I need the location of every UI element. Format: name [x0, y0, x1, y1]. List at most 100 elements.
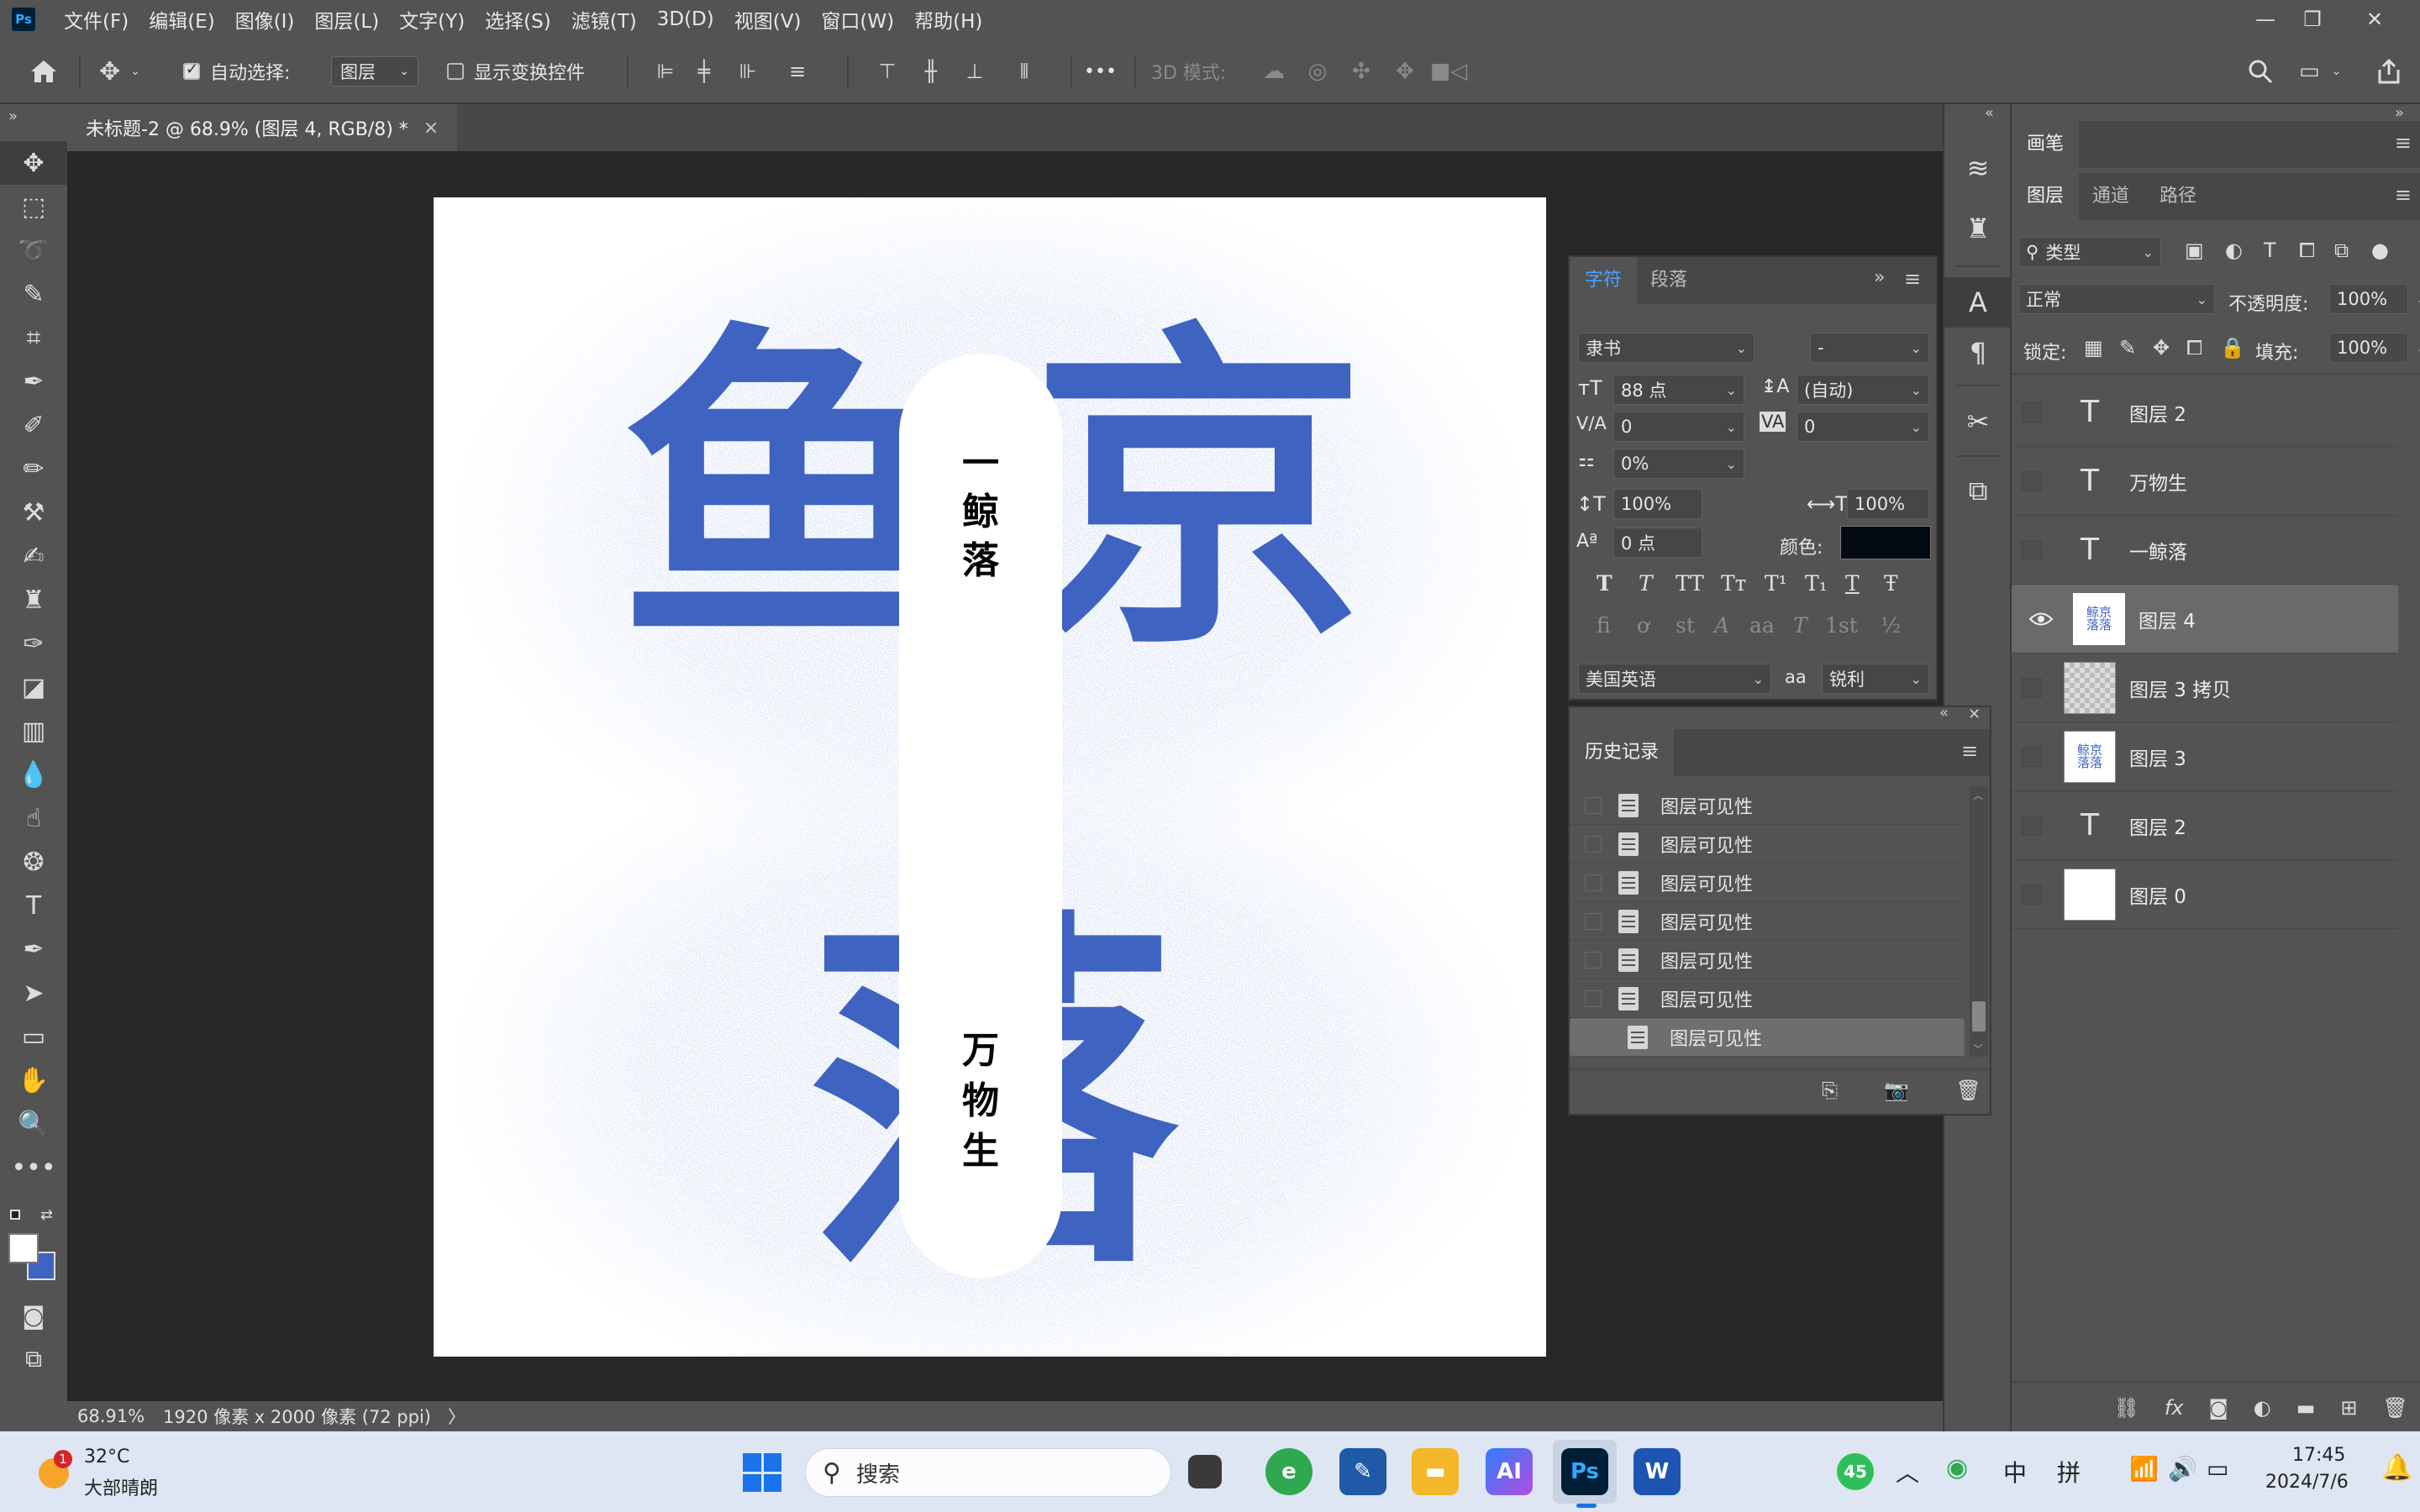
leading-field[interactable]: (自动) ⌄: [1797, 375, 1929, 405]
visibility-toggle[interactable]: [2022, 884, 2042, 905]
superscript-icon[interactable]: T¹: [1765, 571, 1787, 596]
history-item-current[interactable]: 图层可见性: [1570, 1018, 1965, 1057]
distribute-horizontal-icon[interactable]: ⦀: [997, 60, 1052, 83]
history-item[interactable]: 图层可见性: [1570, 902, 1965, 941]
opacity-field[interactable]: 100% ⌄: [2329, 284, 2420, 314]
auto-select-checkbox[interactable]: [183, 60, 200, 80]
align-bottom-icon[interactable]: ⊥: [953, 60, 997, 83]
tab-history[interactable]: 历史记录: [1570, 729, 1675, 776]
tab-brush[interactable]: 画笔: [2012, 121, 2080, 168]
layer-filter-select[interactable]: ⚲ 类型 ⌄: [2018, 237, 2161, 267]
blur-tool-icon[interactable]: 💧: [0, 753, 67, 796]
art-brush-tool-icon[interactable]: ✑: [0, 622, 67, 665]
menu-type[interactable]: 文字(Y): [389, 5, 475, 34]
file-explorer-icon[interactable]: ▬: [1412, 1448, 1459, 1495]
workspace-icon[interactable]: ▭ ⌄: [2299, 50, 2341, 92]
antialias-select[interactable]: 锐利 ⌄: [1822, 664, 1929, 694]
healing-brush-tool-icon[interactable]: ✐: [0, 403, 67, 447]
menu-select[interactable]: 选择(S): [475, 5, 561, 34]
history-snapshot-checkbox[interactable]: [1594, 1029, 1611, 1046]
layer-row[interactable]: 图层 3 拷贝: [2012, 654, 2398, 722]
move-tool-icon[interactable]: ✥: [0, 141, 67, 185]
titling-icon[interactable]: T: [1793, 613, 1807, 638]
document-tab[interactable]: 未标题-2 @ 68.9% (图层 4, RGB/8) * ×: [67, 104, 458, 151]
menu-image[interactable]: 图像(I): [225, 5, 305, 34]
all-caps-icon[interactable]: TT: [1676, 571, 1704, 596]
tray-app-icon[interactable]: ◉: [1946, 1453, 1968, 1483]
strikethrough-icon[interactable]: Ŧ: [1884, 571, 1898, 596]
paragraph-panel-icon[interactable]: ¶: [1944, 328, 2012, 378]
roll-3d-icon[interactable]: ◎: [1296, 59, 1339, 84]
windows-start-icon[interactable]: [743, 1453, 781, 1492]
auto-select-target-select[interactable]: 图层 ⌄: [331, 56, 418, 87]
zoom-tool-icon[interactable]: 🔍: [0, 1102, 67, 1146]
layer-row[interactable]: T 图层 2: [2012, 791, 2398, 860]
stylistic-alternates-icon[interactable]: aa: [1749, 613, 1775, 638]
sponge-tool-icon[interactable]: ❂: [0, 840, 67, 884]
visibility-toggle[interactable]: [2022, 402, 2042, 423]
menu-edit[interactable]: 编辑(E): [139, 5, 224, 34]
foreground-color-swatch[interactable]: [8, 1233, 39, 1263]
more-options-icon[interactable]: •••: [1084, 50, 1117, 92]
layer-row[interactable]: 图层 0: [2012, 860, 2398, 929]
tab-paths[interactable]: 路径: [2144, 173, 2212, 220]
clone-source-icon[interactable]: ♜: [1944, 198, 2012, 259]
ordinals-icon[interactable]: 1st: [1825, 613, 1858, 638]
history-scroll-thumb[interactable]: [1972, 1001, 1986, 1032]
weather-desc[interactable]: 大部晴朗: [84, 1473, 158, 1500]
small-caps-icon[interactable]: Tт: [1721, 571, 1747, 596]
eyedropper-tool-icon[interactable]: ✒: [0, 360, 67, 403]
brush-tool-icon[interactable]: ✏: [0, 447, 67, 491]
group-icon[interactable]: ▬: [2296, 1396, 2316, 1420]
history-snapshot-checkbox[interactable]: [1585, 912, 1602, 930]
type-tool-icon[interactable]: T: [0, 884, 67, 927]
fx-icon[interactable]: fx: [2165, 1396, 2184, 1420]
lock-pixels-icon[interactable]: ✎: [2119, 336, 2136, 360]
history-panel-icon[interactable]: ⧉: [1944, 460, 2012, 521]
lasso-tool-icon[interactable]: ➰: [0, 228, 67, 272]
menu-help[interactable]: 帮助(H): [904, 5, 992, 34]
volume-icon[interactable]: 🔊: [2168, 1455, 2197, 1483]
notification-bell-icon[interactable]: 🔔: [2381, 1453, 2412, 1483]
toolbar-collapse-icon[interactable]: »: [0, 104, 67, 141]
default-colors-icon[interactable]: ⇄: [8, 1206, 59, 1231]
clock-date[interactable]: 2024/7/6: [2265, 1472, 2349, 1493]
home-icon[interactable]: [29, 50, 59, 92]
subscript-icon[interactable]: T₁: [1805, 571, 1828, 596]
hand-tool-icon[interactable]: ✋: [0, 1058, 67, 1102]
history-snapshot-checkbox[interactable]: [1585, 951, 1602, 969]
expand-panel-icon[interactable]: »: [1874, 267, 1885, 288]
new-document-from-state-icon[interactable]: ⎘: [1822, 1079, 1838, 1102]
photoshop-taskbar-icon[interactable]: Ps: [1561, 1448, 1608, 1495]
adjustment-icon[interactable]: ◐: [2254, 1396, 2271, 1420]
layer-row-selected[interactable]: 鲸京 落落 图层 4: [2012, 585, 2398, 654]
filter-type-icon[interactable]: T: [2264, 239, 2276, 262]
pen-app-icon[interactable]: ✎: [1339, 1448, 1386, 1495]
tracking-field[interactable]: 0 ⌄: [1797, 412, 1929, 442]
faux-italic-icon[interactable]: T: [1639, 571, 1653, 596]
history-brush-tool-icon[interactable]: ✍: [0, 534, 67, 578]
delete-state-icon[interactable]: 🗑: [1956, 1079, 1981, 1102]
screen-mode-icon[interactable]: ⧉: [0, 1337, 67, 1381]
history-scrollbar[interactable]: ︿ ﹀: [1970, 786, 1988, 1057]
path-select-tool-icon[interactable]: ➤: [0, 971, 67, 1015]
history-snapshot-checkbox[interactable]: [1585, 835, 1602, 853]
eye-icon[interactable]: [2021, 612, 2061, 627]
filter-smart-icon[interactable]: ⧉: [2334, 239, 2349, 262]
task-view-icon[interactable]: [1188, 1455, 1222, 1488]
pen-tool-icon[interactable]: ✒: [0, 927, 67, 971]
menu-layer[interactable]: 图层(L): [304, 5, 389, 34]
rectangle-tool-icon[interactable]: ▭: [0, 1015, 67, 1058]
menu-file[interactable]: 文件(F): [54, 5, 139, 34]
marquee-tool-icon[interactable]: ⬚: [0, 185, 67, 228]
weather-icon[interactable]: 1: [34, 1450, 74, 1490]
quick-mask-icon[interactable]: ◙: [0, 1294, 67, 1337]
link-icon[interactable]: ⛓: [2113, 1396, 2139, 1420]
align-top-icon[interactable]: ⊤: [865, 60, 909, 83]
character-panel-icon[interactable]: A: [1944, 277, 2012, 328]
clone-stamp-tool-icon[interactable]: ⚒: [0, 491, 67, 534]
close-window-icon[interactable]: ✕: [2349, 0, 2400, 39]
visibility-toggle[interactable]: [2022, 746, 2042, 767]
crop-tool-icon[interactable]: ⌗: [0, 316, 67, 360]
history-item[interactable]: 图层可见性: [1570, 979, 1965, 1018]
